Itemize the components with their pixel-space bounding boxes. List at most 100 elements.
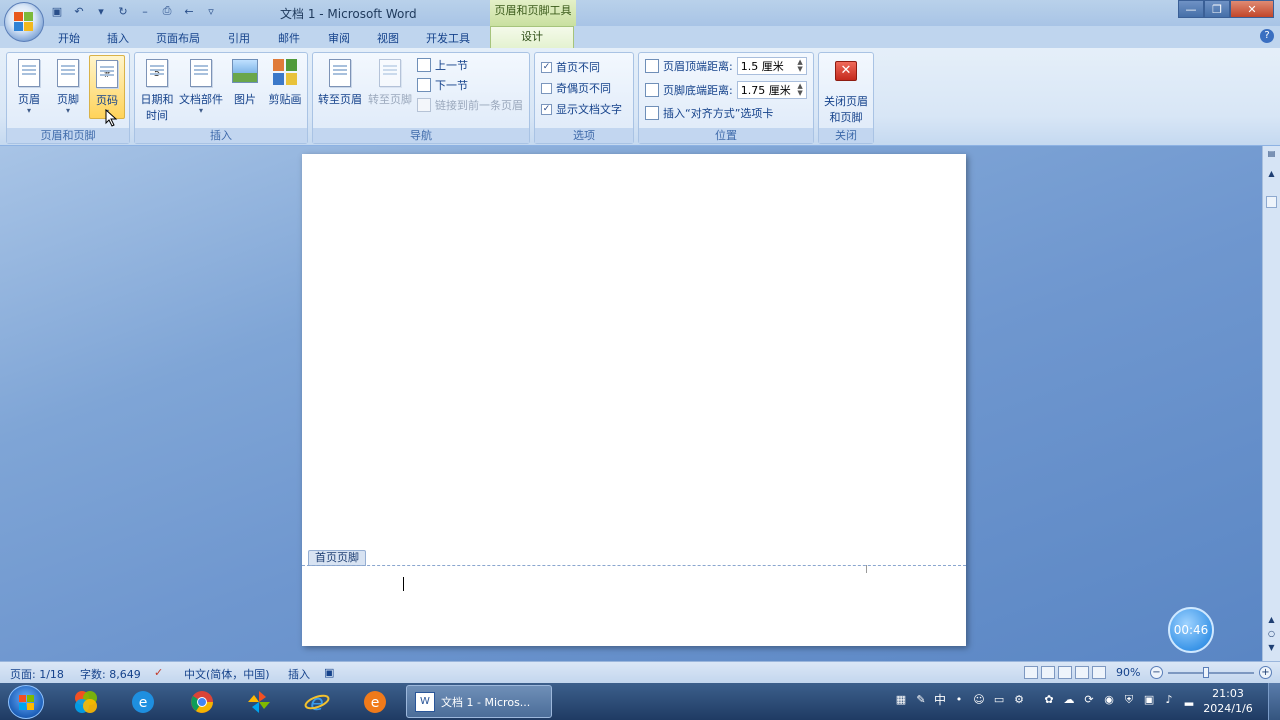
scroll-up-icon[interactable]: ▲ xyxy=(1265,168,1278,180)
internet-explorer-icon[interactable]: e xyxy=(301,687,333,717)
taskbar-word-window[interactable]: W 文档 1 - Micros... xyxy=(406,685,552,718)
insert-mode-indicator[interactable]: 插入 xyxy=(288,666,310,682)
different-odd-even-checkbox[interactable]: 奇偶页不同 xyxy=(541,80,611,96)
date-time-button[interactable]: 5 日期和 时间 xyxy=(137,55,177,122)
goto-footer-button[interactable]: 转至页脚 xyxy=(365,55,415,119)
next-section-button[interactable]: 下一节 xyxy=(417,77,468,93)
start-button[interactable] xyxy=(8,685,44,719)
tab-view[interactable]: 视图 xyxy=(377,30,399,46)
close-header-footer-button[interactable]: ✕ 关闭页眉 和页脚 xyxy=(821,55,871,124)
safely-remove-icon[interactable]: ▣ xyxy=(1142,693,1156,707)
pinwheel-app-icon[interactable] xyxy=(243,687,275,717)
show-desktop-button[interactable] xyxy=(1268,683,1280,720)
print-layout-view-icon[interactable] xyxy=(1024,666,1038,679)
different-first-page-checkbox[interactable]: ✓ 首页不同 xyxy=(541,59,600,75)
page-number-button-label: 页码 xyxy=(96,94,118,107)
system-tray: ▦ ✎ 中 • ☺ ▭ ⚙ ✿ ☁ ⟳ ◉ ⛨ ▣ ♪ ▂ xyxy=(894,691,1196,708)
print-preview-icon[interactable]: ⎙ xyxy=(160,4,174,18)
scroll-down-icon[interactable]: ▼ xyxy=(1265,642,1278,654)
outline-view-icon[interactable] xyxy=(1075,666,1089,679)
goto-header-button[interactable]: 转至页眉 xyxy=(315,55,365,119)
settings-icon[interactable]: ⚙ xyxy=(1012,693,1026,707)
zoom-slider-thumb[interactable] xyxy=(1203,667,1209,678)
office-button[interactable] xyxy=(4,2,44,42)
ruler-toggle-icon[interactable]: ▤ xyxy=(1265,148,1278,160)
show-document-text-label: 显示文档文字 xyxy=(556,103,622,116)
redo-icon[interactable]: ↻ xyxy=(116,4,130,18)
document-page[interactable]: 首页页脚 xyxy=(302,154,966,646)
spinner-arrows-icon[interactable]: ▲ ▼ xyxy=(797,83,802,97)
close-window-button[interactable]: ✕ xyxy=(1230,0,1274,18)
tab-design[interactable]: 设计 xyxy=(490,26,574,48)
recording-timer[interactable]: 00:46 xyxy=(1168,607,1214,653)
proofing-icon[interactable]: ✓ xyxy=(154,666,163,679)
draft-view-icon[interactable] xyxy=(1092,666,1106,679)
undo-icon[interactable]: ↶ xyxy=(72,4,86,18)
keyboard-icon[interactable]: ▭ xyxy=(992,693,1006,707)
picture-button[interactable]: 图片 xyxy=(227,55,263,119)
tab-review[interactable]: 审阅 xyxy=(328,30,350,46)
header-button[interactable]: 页眉 ▾ xyxy=(11,55,47,119)
page-count[interactable]: 页面: 1/18 xyxy=(10,666,64,682)
tab-mailings[interactable]: 邮件 xyxy=(278,30,300,46)
ime-indicator[interactable]: 中 xyxy=(934,691,946,708)
quick-parts-button[interactable]: 文档部件 ▾ xyxy=(179,55,223,119)
header-from-top-spinner[interactable]: 1.5 厘米 ▲ ▼ xyxy=(736,57,807,75)
link-to-previous-button[interactable]: 链接到前一条页眉 xyxy=(417,97,523,113)
minus-icon[interactable]: – xyxy=(138,4,152,18)
tab-references[interactable]: 引用 xyxy=(228,30,250,46)
tab-developer[interactable]: 开发工具 xyxy=(426,30,470,46)
network-signal-icon[interactable]: ▂ xyxy=(1182,693,1196,707)
link-to-previous-label: 链接到前一条页眉 xyxy=(435,99,523,112)
clock[interactable]: 21:03 2024/1/6 xyxy=(1198,686,1258,716)
language-indicator[interactable]: 中文(简体，中国) xyxy=(184,666,270,682)
edge-browser-icon[interactable]: e xyxy=(127,687,159,717)
date-time-label-1: 日期和 xyxy=(140,93,174,106)
clock-time: 21:03 xyxy=(1212,687,1244,700)
insert-alignment-tab-button[interactable]: 插入“对齐方式”选项卡 xyxy=(645,105,773,121)
web-layout-icon[interactable] xyxy=(1058,666,1072,679)
footer-button[interactable]: 页脚 ▾ xyxy=(50,55,86,119)
customize-qat-icon[interactable]: ▿ xyxy=(204,4,218,18)
save-icon[interactable]: ▣ xyxy=(50,4,64,18)
minimize-button[interactable]: — xyxy=(1178,0,1204,18)
cloud-icon[interactable]: ☁ xyxy=(1062,693,1076,707)
select-browse-object-icon[interactable]: ○ xyxy=(1265,628,1278,640)
restore-button[interactable]: ❐ xyxy=(1204,0,1230,18)
punctuation-icon[interactable]: • xyxy=(952,693,966,707)
zoom-level[interactable]: 90% xyxy=(1116,666,1140,679)
wechat-icon[interactable]: ◉ xyxy=(1102,693,1116,707)
group-label: 关闭 xyxy=(819,128,873,143)
shield-icon[interactable]: ⛨ xyxy=(1122,693,1136,707)
scrollbar-thumb[interactable] xyxy=(1266,196,1277,208)
browser-orange-icon[interactable]: e xyxy=(359,687,391,717)
zoom-slider[interactable] xyxy=(1168,672,1254,674)
vertical-scrollbar[interactable]: ▤ ▲ ▲ ○ ▼ xyxy=(1262,146,1280,661)
flower-tray-icon[interactable]: ✿ xyxy=(1042,693,1056,707)
spinner-arrows-icon[interactable]: ▲ ▼ xyxy=(797,59,802,73)
full-screen-reading-icon[interactable] xyxy=(1041,666,1055,679)
group-label: 页眉和页脚 xyxy=(7,128,129,143)
colorful-app-icon[interactable] xyxy=(70,687,102,717)
emoji-icon[interactable]: ☺ xyxy=(972,693,986,707)
volume-icon[interactable]: ♪ xyxy=(1162,693,1176,707)
sync-icon[interactable]: ⟳ xyxy=(1082,693,1096,707)
help-icon[interactable]: ? xyxy=(1260,29,1274,43)
previous-section-button[interactable]: 上一节 xyxy=(417,57,468,73)
zoom-in-button[interactable]: + xyxy=(1259,666,1272,679)
tray-app-icon[interactable]: ▦ xyxy=(894,693,908,707)
chrome-icon[interactable] xyxy=(186,687,218,717)
scroll-up-icon[interactable]: ▲ xyxy=(1265,614,1278,626)
back-icon[interactable]: ← xyxy=(182,4,196,18)
tab-home[interactable]: 开始 xyxy=(58,30,80,46)
dropdown-icon[interactable]: ▾ xyxy=(94,4,108,18)
show-document-text-checkbox[interactable]: ✓ 显示文档文字 xyxy=(541,101,622,117)
tab-insert[interactable]: 插入 xyxy=(107,30,129,46)
ime-mode-icon[interactable]: ✎ xyxy=(914,693,928,707)
macro-record-icon[interactable]: ▣ xyxy=(324,666,334,679)
clip-art-button[interactable]: 剪贴画 xyxy=(265,55,305,119)
word-count[interactable]: 字数: 8,649 xyxy=(80,666,141,682)
zoom-out-button[interactable]: − xyxy=(1150,666,1163,679)
tab-page-layout[interactable]: 页面布局 xyxy=(156,30,200,46)
footer-from-bottom-spinner[interactable]: 1.75 厘米 ▲ ▼ xyxy=(736,81,807,99)
